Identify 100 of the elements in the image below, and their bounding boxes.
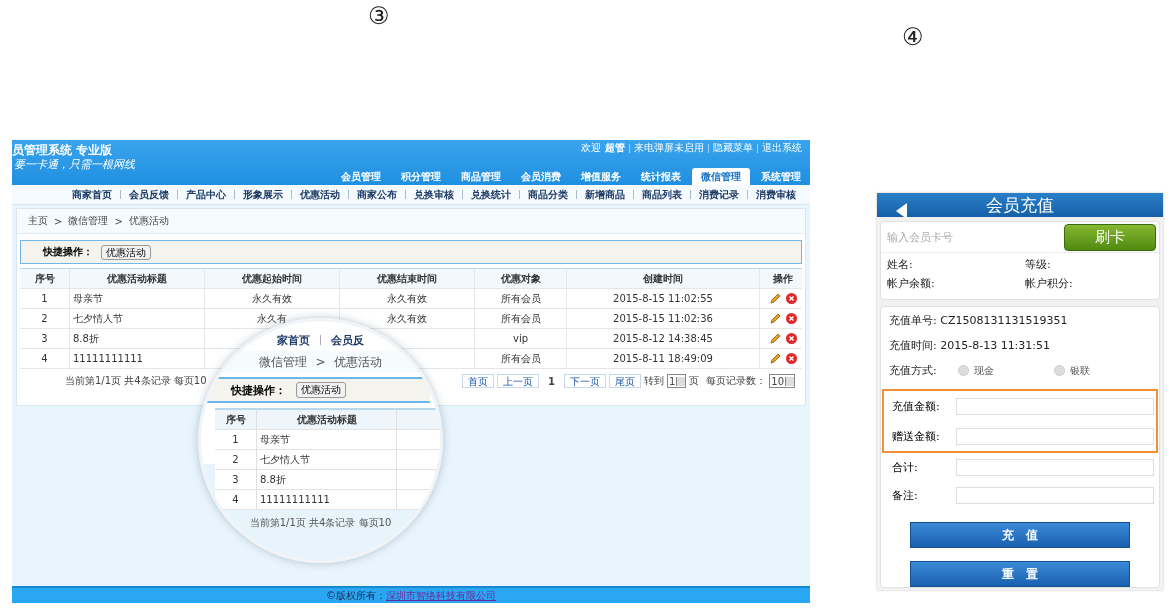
delete-icon[interactable] xyxy=(785,333,797,344)
pager-summary: 当前第1/1页 共4条记录 每页10 xyxy=(65,374,207,388)
table-cell: 七夕情人节 xyxy=(70,309,205,328)
field-label: 赠送金额: xyxy=(891,428,941,444)
sub-nav-link[interactable]: 新增商品 xyxy=(585,187,625,202)
info-label: 帐户余额: xyxy=(887,276,936,291)
input-field[interactable] xyxy=(956,427,1154,445)
table-cell: 七夕情人节 xyxy=(257,450,397,469)
current-page: 1 xyxy=(547,375,555,387)
breadcrumb-separator: > xyxy=(54,215,63,227)
breadcrumb-link[interactable]: 微信管理 xyxy=(68,214,109,228)
column-header: 序号 xyxy=(215,410,257,429)
sub-nav-link[interactable]: 产品中心 xyxy=(186,187,226,202)
column-header: 操作 xyxy=(760,269,806,288)
table-cell: 11111111111 xyxy=(257,490,397,509)
column-header: 优惠活动标题 xyxy=(257,410,397,429)
page-size-select[interactable]: 10 xyxy=(769,374,795,388)
sub-nav-link[interactable]: 会员反馈 xyxy=(129,187,169,202)
column-header: 优惠活动标题 xyxy=(70,269,205,288)
delete-icon[interactable] xyxy=(785,293,797,304)
promotion-button[interactable]: 优惠活动 xyxy=(101,244,151,260)
step-marker: ④ xyxy=(902,24,924,50)
sub-nav-link[interactable]: 优惠活动 xyxy=(300,187,340,202)
table-cell: 4 xyxy=(215,490,257,509)
sub-nav-link[interactable]: 兑换审核 xyxy=(414,187,454,202)
card-number-field[interactable]: 输入会员卡号 xyxy=(881,229,1039,245)
field-label: 备注: xyxy=(891,487,919,503)
sub-nav-link[interactable]: 家首页 xyxy=(277,332,310,348)
order-number: 充值单号: CZ1508131131519351 xyxy=(888,313,1069,329)
pager-button[interactable]: 上一页 xyxy=(496,374,539,388)
radio-label: 银联 xyxy=(1070,363,1091,378)
column-header: 优惠对象 xyxy=(475,269,567,288)
table-cell: 3 xyxy=(215,470,257,489)
table-cell: 1 xyxy=(20,289,70,308)
sub-nav-link[interactable]: 商家首页 xyxy=(72,187,112,202)
sub-nav-link[interactable]: 商家公布 xyxy=(357,187,397,202)
input-field[interactable] xyxy=(956,486,1154,504)
sub-nav-link[interactable]: 消费记录 xyxy=(699,187,739,202)
input-field[interactable] xyxy=(956,458,1154,476)
sub-nav-link[interactable]: 商品分类 xyxy=(528,187,568,202)
goto-label: 转到 xyxy=(643,374,664,388)
nav-tab[interactable]: 微信管理 xyxy=(692,168,750,185)
table-cell: 8.8折 xyxy=(257,470,397,489)
sub-nav-link[interactable]: 消费审核 xyxy=(756,187,796,202)
table-cell: 3 xyxy=(20,329,70,348)
table-cell: 2015-8-15 11:02:55 xyxy=(567,289,760,308)
sub-nav-link[interactable]: 兑换统计 xyxy=(471,187,511,202)
breadcrumb-link[interactable]: 优惠活动 xyxy=(128,214,169,228)
table-cell: 永久有效 xyxy=(387,291,427,306)
screen-title: 会员充值 xyxy=(986,193,1054,217)
delete-icon[interactable] xyxy=(785,353,797,364)
breadcrumb-link[interactable]: 优惠活动 xyxy=(333,353,382,371)
input-field[interactable] xyxy=(956,397,1154,415)
edit-icon[interactable] xyxy=(769,313,781,324)
breadcrumb-link[interactable]: 微信管理 xyxy=(259,353,308,371)
slogan: 要一卡通，只需一根网线 xyxy=(14,158,135,172)
delete-icon[interactable] xyxy=(785,313,797,324)
column-header: 序号 xyxy=(20,269,70,288)
field-label: 充值金额: xyxy=(891,398,941,414)
back-icon[interactable] xyxy=(896,203,908,219)
table-cell: 所有会员 xyxy=(475,289,567,308)
step-marker: ③ xyxy=(368,3,390,29)
sub-nav-link[interactable]: 商品列表 xyxy=(642,187,682,202)
pager-button[interactable]: 尾页 xyxy=(608,374,641,388)
radio-button[interactable] xyxy=(1054,365,1066,376)
pager-button[interactable]: 首页 xyxy=(461,374,494,388)
page-size-label: 每页记录数： xyxy=(706,374,767,388)
table-cell: 所有会员 xyxy=(475,309,567,328)
breadcrumb-separator: > xyxy=(315,355,326,369)
copyright-text: ©版权所有： xyxy=(326,588,386,603)
sub-nav-link[interactable]: 会员反 xyxy=(331,332,364,348)
table-cell: 2015-8-12 14:38:45 xyxy=(567,329,760,348)
table-cell: 永久有效 xyxy=(252,291,292,306)
table-cell: 2015-8-11 18:49:09 xyxy=(567,349,760,368)
column-header: 优惠结束时间 xyxy=(340,269,475,288)
user-name: 超管 xyxy=(605,141,625,155)
table-cell: 永久有效 xyxy=(387,311,427,326)
welcome-text: 欢迎 xyxy=(581,141,601,155)
table-cell: 母亲节 xyxy=(257,430,397,449)
quick-ops-label: 快捷操作： xyxy=(43,245,93,259)
radio-button[interactable] xyxy=(957,365,969,376)
action-button[interactable]: 重 置 xyxy=(910,561,1130,587)
radio-label: 现金 xyxy=(973,363,994,378)
breadcrumb-link[interactable]: 主页 xyxy=(28,214,48,228)
edit-icon[interactable] xyxy=(769,353,781,364)
app-title: 员管理系统 专业版 xyxy=(12,142,114,158)
column-header: 创建时间 xyxy=(567,269,760,288)
page-select[interactable]: 1 xyxy=(666,374,687,388)
pager-button[interactable]: 下一页 xyxy=(563,374,606,388)
info-label: 姓名: xyxy=(887,257,914,272)
field-label: 合计: xyxy=(891,459,919,475)
pager-summary: 当前第1/1页 共4条记录 每页10 xyxy=(248,516,393,530)
action-button[interactable]: 充 值 xyxy=(910,522,1130,548)
sub-nav-link[interactable]: 形象展示 xyxy=(243,187,283,202)
promotion-button[interactable]: 优惠活动 xyxy=(296,382,346,398)
table-cell: 所有会员 xyxy=(475,349,567,368)
table-cell: 2015-8-15 11:02:36 xyxy=(567,309,760,328)
breadcrumb-separator: > xyxy=(114,215,123,227)
edit-icon[interactable] xyxy=(769,333,781,344)
edit-icon[interactable] xyxy=(769,293,781,304)
